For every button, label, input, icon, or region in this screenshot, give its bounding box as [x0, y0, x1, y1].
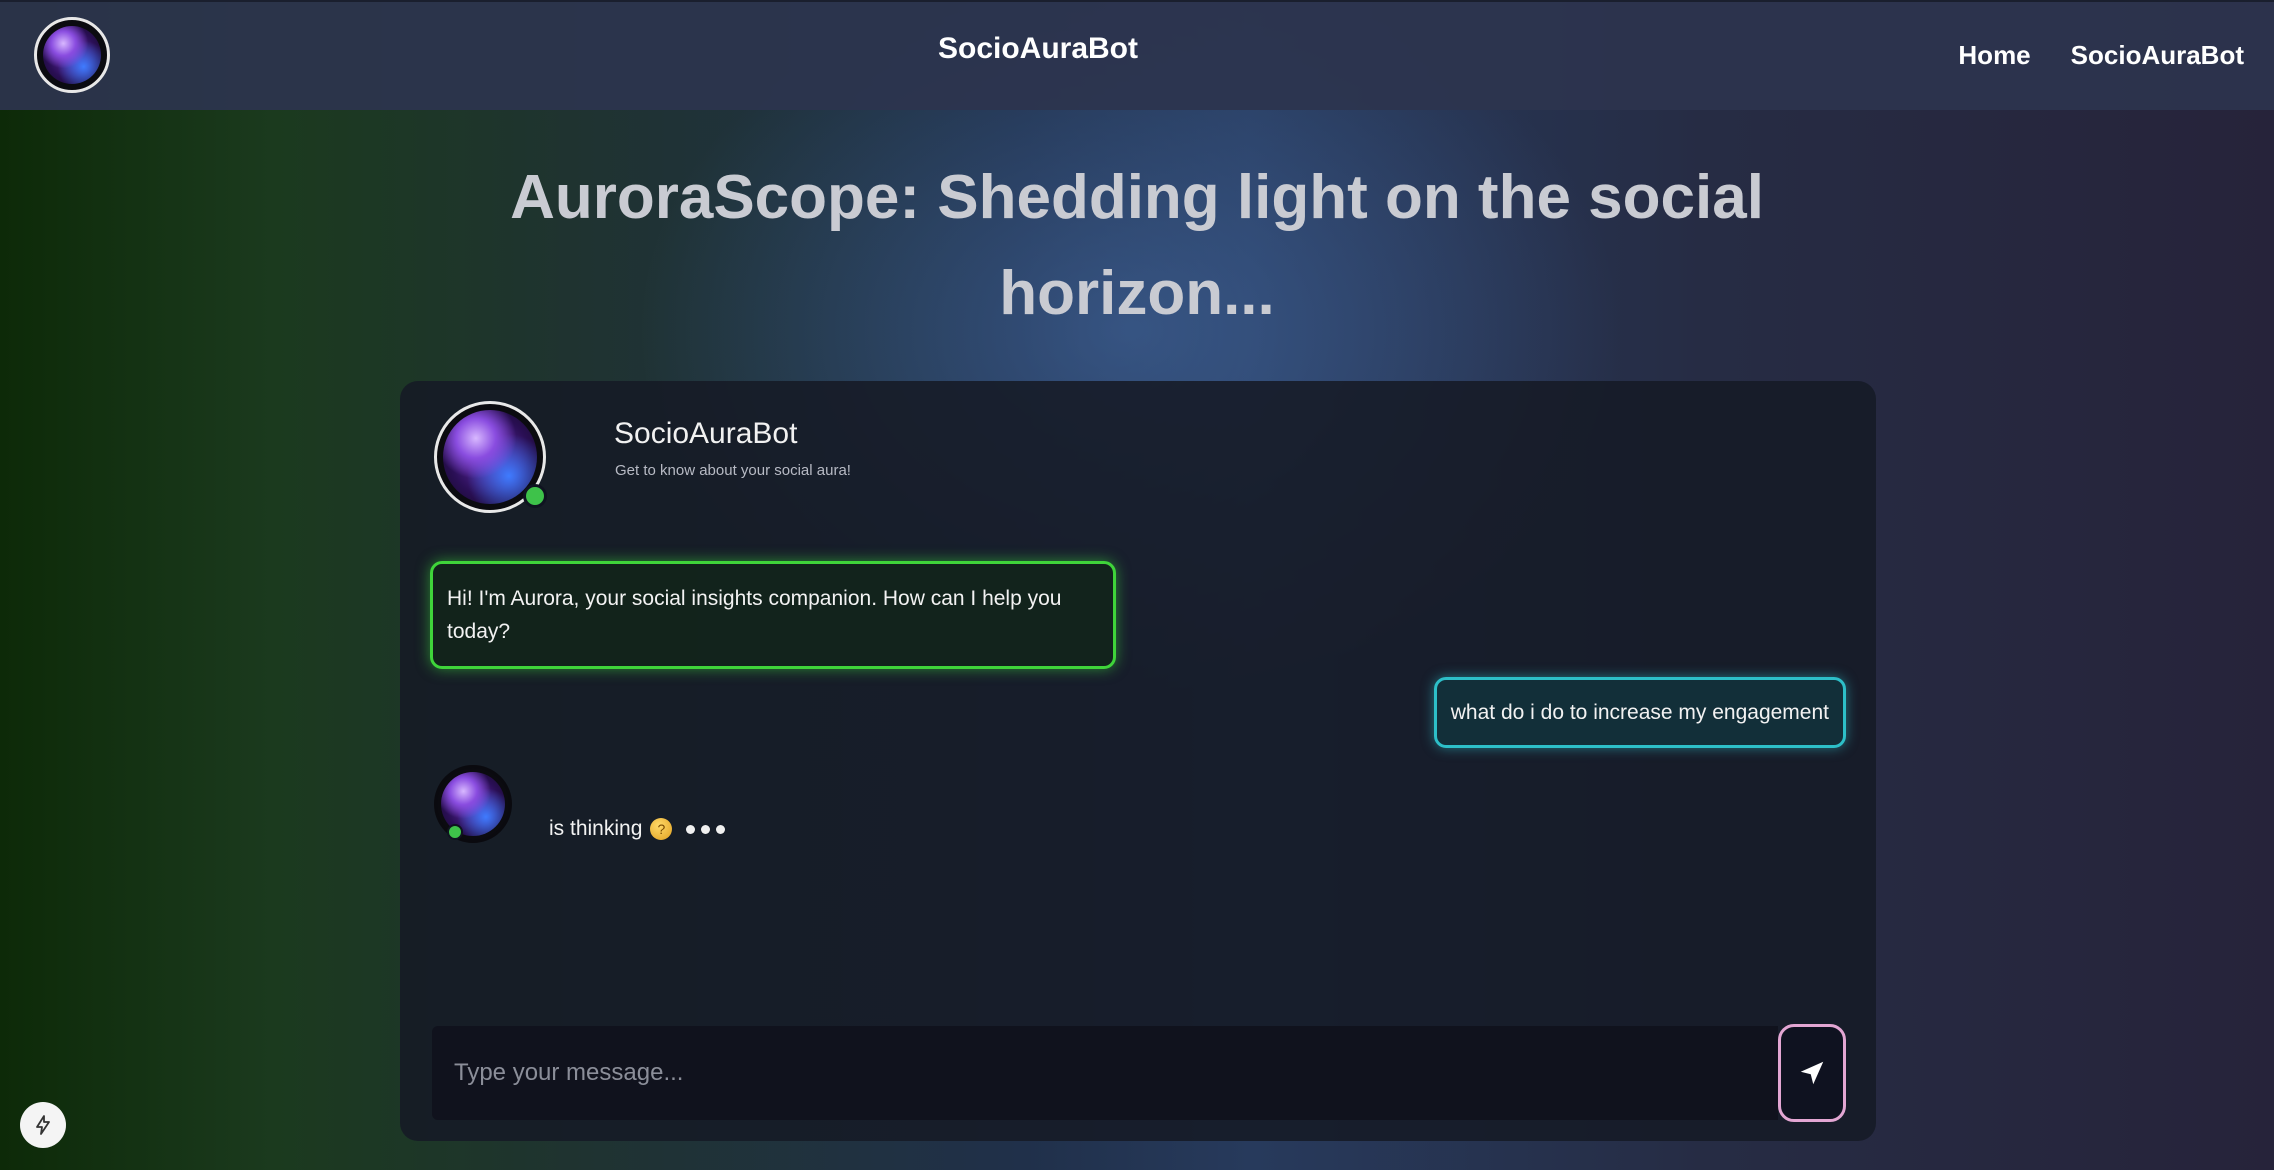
nav-link-home[interactable]: Home: [1958, 40, 2030, 71]
page-title: AuroraScope: Shedding light on the socia…: [510, 163, 1764, 328]
bot-avatar-small: [434, 765, 512, 843]
message-input[interactable]: [432, 1026, 1778, 1120]
typing-indicator: is thinking ?: [549, 817, 726, 841]
navbar: SocioAuraBot Home SocioAuraBot: [0, 0, 2274, 110]
chat-panel: SocioAuraBot Get to know about your soci…: [400, 381, 1876, 1141]
aura-orb-icon: [443, 410, 537, 504]
nav-title: SocioAuraBot: [937, 32, 1138, 65]
user-message-bubble: what do i do to increase my engagement: [1433, 677, 1846, 748]
lightning-bolt-icon: [36, 1115, 50, 1135]
send-arrow-icon: [1800, 1061, 1824, 1085]
nav-link-socioaurabot[interactable]: SocioAuraBot: [2071, 40, 2244, 71]
bot-avatar: [434, 401, 547, 513]
typing-dots-icon: [686, 824, 726, 834]
thinking-face-icon: ?: [650, 818, 673, 840]
lightning-bolt-button[interactable]: [20, 1102, 66, 1148]
online-status-dot: [523, 484, 547, 508]
send-button[interactable]: [1778, 1024, 1846, 1122]
chat-bot-name: SocioAuraBot: [614, 417, 798, 450]
chat-bot-tagline: Get to know about your social aura!: [615, 462, 851, 479]
thinking-label: is thinking: [549, 817, 643, 840]
nav-links: Home SocioAuraBot: [1958, 40, 2244, 71]
message-input-container: [432, 1026, 1778, 1120]
bot-message-bubble: Hi! I'm Aurora, your social insights com…: [430, 561, 1116, 669]
online-status-dot: [447, 824, 463, 840]
